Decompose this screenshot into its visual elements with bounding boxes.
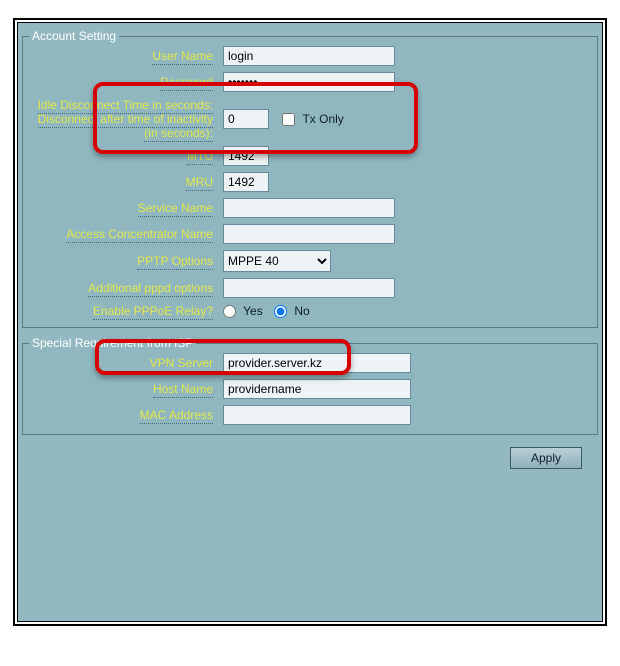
relay-no-radio[interactable] [274,305,287,318]
relay-yes-radio[interactable] [223,305,236,318]
apply-button[interactable]: Apply [510,447,582,469]
password-label: Password [160,75,213,91]
idle-label: Idle Disconnect Time in seconds: Disconn… [38,98,213,142]
idle-input[interactable] [223,109,269,129]
mac-label: MAC Address [140,408,213,424]
mtu-input[interactable] [223,146,269,166]
tx-only-checkbox[interactable] [282,113,295,126]
pppd-label: Additional pppd options [88,281,213,297]
mac-input[interactable] [223,405,411,425]
isp-fieldset: Special Requirement from ISP VPN Server … [22,336,598,435]
ac-input[interactable] [223,224,395,244]
pptp-select[interactable]: MPPE 40 [223,250,331,272]
host-input[interactable] [223,379,411,399]
password-input[interactable] [223,72,395,92]
ac-label: Access Concentrator Name [66,227,213,243]
account-setting-legend: Account Setting [29,29,119,43]
account-setting-fieldset: Account Setting User Name Password Idle … [22,29,598,328]
vpn-input[interactable] [223,353,411,373]
pptp-label: PPTP Options [137,254,213,270]
host-label: Host Name [153,382,213,398]
user-name-label: User Name [152,49,213,65]
service-name-label: Service Name [138,201,213,217]
mtu-label: MTU [187,149,213,165]
mru-input[interactable] [223,172,269,192]
pppd-input[interactable] [223,278,395,298]
service-name-input[interactable] [223,198,395,218]
user-name-input[interactable] [223,46,395,66]
mru-label: MRU [186,175,213,191]
relay-yes-label: Yes [243,304,263,318]
isp-legend: Special Requirement from ISP [29,336,196,350]
vpn-label: VPN Server [150,356,213,372]
relay-no-label: No [294,304,309,318]
tx-only-label: Tx Only [302,112,343,126]
relay-label: Enable PPPoE Relay? [93,304,213,320]
